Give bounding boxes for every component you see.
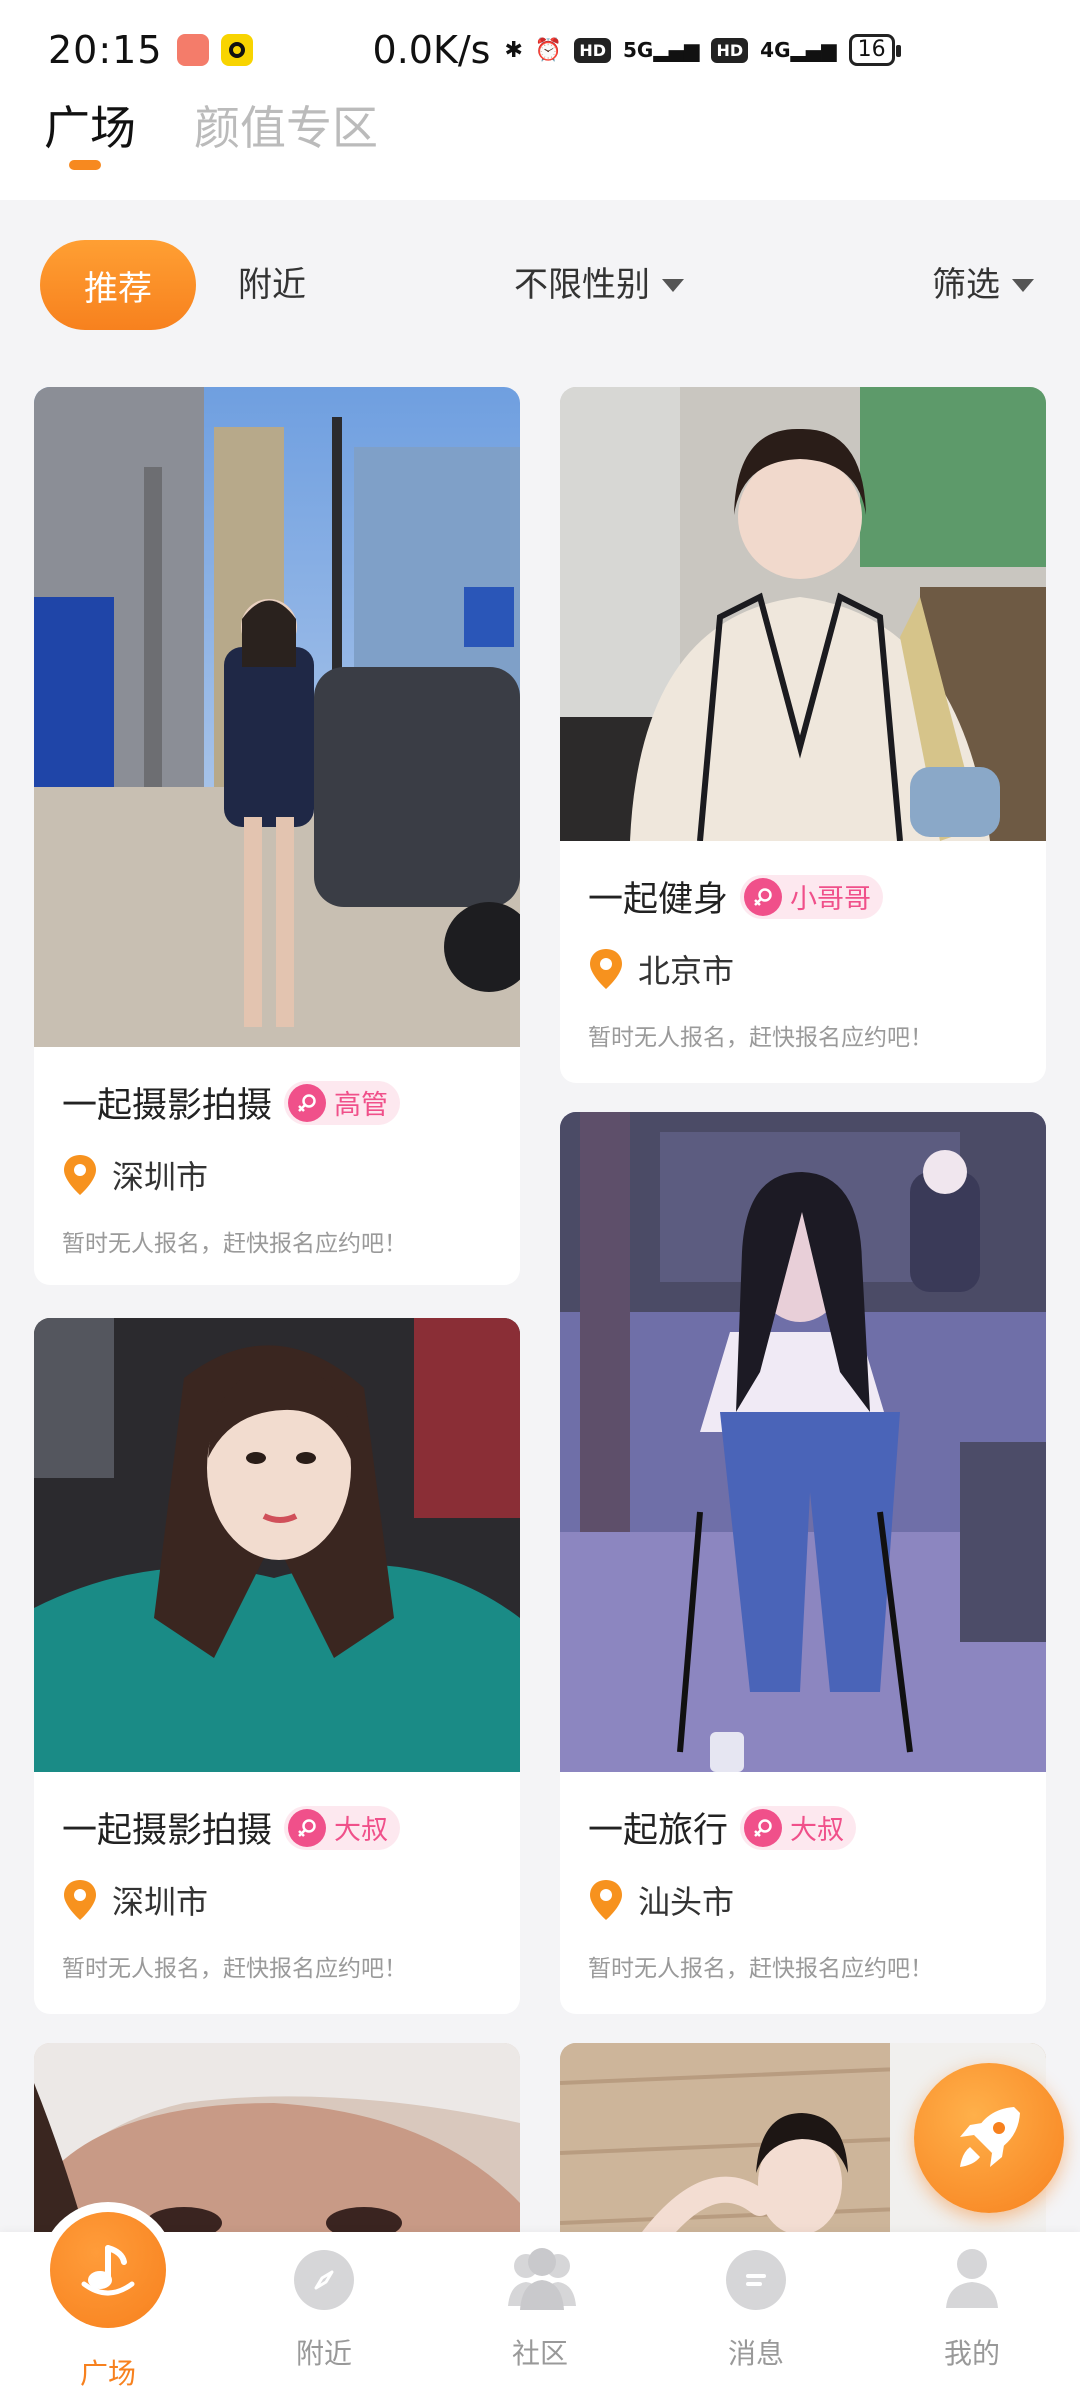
- location-pin-icon: [64, 1155, 96, 1195]
- activity-card[interactable]: 一起摄影拍摄 大叔 深圳市 暂时无人报名，赶快报名应约吧！: [34, 1318, 520, 2014]
- location-pin-icon: [590, 949, 622, 989]
- network-speed: 0.0K/s: [372, 28, 491, 72]
- header-tabs: 广场 颜值专区: [44, 92, 378, 170]
- music-note-icon: [50, 2212, 166, 2328]
- female-icon: [288, 1808, 327, 1847]
- person-icon: [942, 2246, 1002, 2312]
- nearby-filter[interactable]: 附近: [238, 240, 306, 330]
- message-icon: [726, 2250, 786, 2310]
- gender-filter-label: 不限性别: [514, 265, 650, 305]
- hd-icon-2: HD: [711, 37, 749, 63]
- bluetooth-icon: ✱: [504, 37, 523, 63]
- card-info: 一起旅行 大叔 汕头市 暂时无人报名，赶快报名应约吧！: [560, 1776, 1046, 1983]
- app-notification-icon: [176, 34, 209, 66]
- signal-5g-icon: 5G▂▄▆: [622, 38, 700, 62]
- city-label: 汕头市: [638, 1883, 735, 1921]
- tab-looks-zone-label: 颜值专区: [194, 101, 378, 155]
- battery-icon: 16: [848, 34, 901, 66]
- nav-square[interactable]: 广场: [10, 2202, 206, 2400]
- status-bar: 20:15 0.0K/s ✱ ⏰ HD 5G▂▄▆ HD 4G▂▄▆ 16: [0, 0, 1080, 100]
- nav-mine-label: 我的: [943, 2337, 1000, 2370]
- nav-square-label: 广场: [79, 2357, 136, 2390]
- card-info: 一起摄影拍摄 高管 深圳市 暂时无人报名，赶快报名应约吧！: [34, 1051, 520, 1258]
- activity-title: 一起旅行: [588, 1811, 729, 1851]
- status-time: 20:15: [48, 28, 163, 72]
- signup-note: 暂时无人报名，赶快报名应约吧！: [588, 1025, 933, 1051]
- activity-title: 一起摄影拍摄: [62, 1811, 273, 1851]
- nav-nearby-label: 附近: [295, 2337, 352, 2370]
- female-icon: [744, 877, 783, 916]
- alarm-icon: ⏰: [534, 37, 563, 63]
- location-pin-icon: [64, 1880, 96, 1920]
- activity-card[interactable]: 一起健身 小哥哥 北京市 暂时无人报名，赶快报名应约吧！: [560, 387, 1046, 1083]
- female-icon: [288, 1083, 327, 1122]
- signup-note: 暂时无人报名，赶快报名应约吧！: [588, 1956, 933, 1982]
- dropdown-arrow-icon: [1012, 278, 1034, 292]
- female-icon: [744, 1808, 783, 1847]
- activity-card[interactable]: 一起旅行 大叔 汕头市 暂时无人报名，赶快报名应约吧！: [560, 1112, 1046, 2014]
- rocket-publish-button[interactable]: [914, 2063, 1064, 2213]
- role-tag: 小哥哥: [740, 874, 884, 919]
- card-photo: [34, 1318, 520, 1772]
- tab-square-label: 广场: [44, 101, 136, 155]
- compass-icon: [294, 2250, 354, 2310]
- city-label: 深圳市: [112, 1158, 209, 1196]
- role-tag: 高管: [284, 1080, 401, 1125]
- screen-filter-label: 筛选: [932, 265, 1000, 305]
- role-tag: 大叔: [740, 1805, 857, 1850]
- signup-note: 暂时无人报名，赶快报名应约吧！: [62, 1956, 407, 1982]
- card-photo: [34, 387, 520, 1047]
- tab-looks-zone[interactable]: 颜值专区: [194, 92, 378, 158]
- card-info: 一起摄影拍摄 大叔 深圳市 暂时无人报名，赶快报名应约吧！: [34, 1776, 520, 1983]
- active-tab-indicator: [69, 160, 101, 170]
- nav-nearby[interactable]: 附近: [254, 2232, 394, 2400]
- city-label: 北京市: [638, 952, 735, 990]
- role-tag-label: 小哥哥: [790, 884, 872, 915]
- nav-messages[interactable]: 消息: [686, 2232, 826, 2400]
- gender-filter-dropdown[interactable]: 不限性别: [514, 240, 684, 330]
- card-photo: [560, 387, 1046, 842]
- role-tag-label: 大叔: [790, 1815, 845, 1846]
- rocket-icon: [960, 2107, 1020, 2167]
- group-icon: [504, 2244, 580, 2314]
- nav-messages-label: 消息: [727, 2337, 784, 2370]
- bottom-navigation: 广场 附近 社区 消息 我的: [0, 2202, 1080, 2400]
- nav-community-label: 社区: [511, 2337, 568, 2370]
- activity-title: 一起摄影拍摄: [62, 1086, 273, 1126]
- card-info: 一起健身 小哥哥 北京市 暂时无人报名，赶快报名应约吧！: [560, 845, 1046, 1052]
- activity-card[interactable]: 一起摄影拍摄 高管 深圳市 暂时无人报名，赶快报名应约吧！: [34, 387, 520, 1285]
- status-icons: ✱ ⏰ HD 5G▂▄▆ HD 4G▂▄▆ 16: [504, 34, 901, 66]
- nav-mine[interactable]: 我的: [902, 2232, 1042, 2400]
- filter-bar: 推荐 附近 不限性别 筛选: [0, 240, 1080, 330]
- role-tag-label: 大叔: [334, 1815, 389, 1846]
- city-label: 深圳市: [112, 1883, 209, 1921]
- app-notification-icon-2: [220, 34, 253, 66]
- role-tag-label: 高管: [334, 1090, 389, 1121]
- top-header: 20:15 0.0K/s ✱ ⏰ HD 5G▂▄▆ HD 4G▂▄▆ 16 广场…: [0, 0, 1080, 200]
- nav-community[interactable]: 社区: [470, 2232, 610, 2400]
- recommend-button[interactable]: 推荐: [40, 240, 196, 330]
- hd-icon: HD: [574, 37, 611, 63]
- tab-square[interactable]: 广场: [44, 92, 136, 170]
- location-pin-icon: [590, 1880, 622, 1920]
- card-photo: [560, 1112, 1046, 1772]
- role-tag: 大叔: [284, 1805, 401, 1850]
- signup-note: 暂时无人报名，赶快报名应约吧！: [62, 1231, 407, 1257]
- signal-4g-icon: 4G▂▄▆: [760, 38, 837, 62]
- activity-title: 一起健身: [588, 880, 729, 920]
- screen-filter-dropdown[interactable]: 筛选: [932, 240, 1034, 330]
- dropdown-arrow-icon: [662, 278, 684, 292]
